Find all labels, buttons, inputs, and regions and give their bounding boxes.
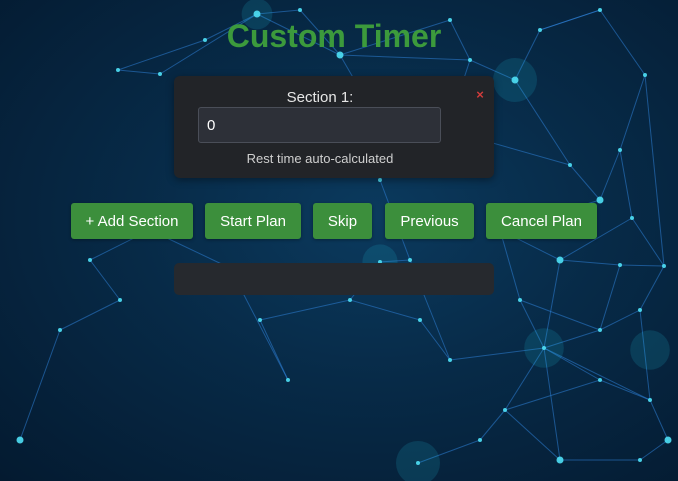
skip-button[interactable]: Skip — [313, 203, 372, 239]
rest-time-note: Rest time auto-calculated — [246, 151, 394, 166]
section-duration-input[interactable] — [198, 107, 441, 143]
previous-button[interactable]: Previous — [385, 203, 474, 239]
page-title: Custom Timer — [226, 18, 442, 54]
section-label: Section 1: — [286, 89, 354, 106]
remove-section-button[interactable]: × — [474, 88, 486, 102]
start-plan-button[interactable]: Start Plan — [205, 203, 301, 239]
status-display — [174, 263, 494, 295]
section-card: Section 1: × Rest time auto-calculated — [174, 76, 494, 178]
cancel-plan-button[interactable]: Cancel Plan — [486, 203, 597, 239]
add-section-button[interactable]: + Add Section — [71, 203, 193, 239]
